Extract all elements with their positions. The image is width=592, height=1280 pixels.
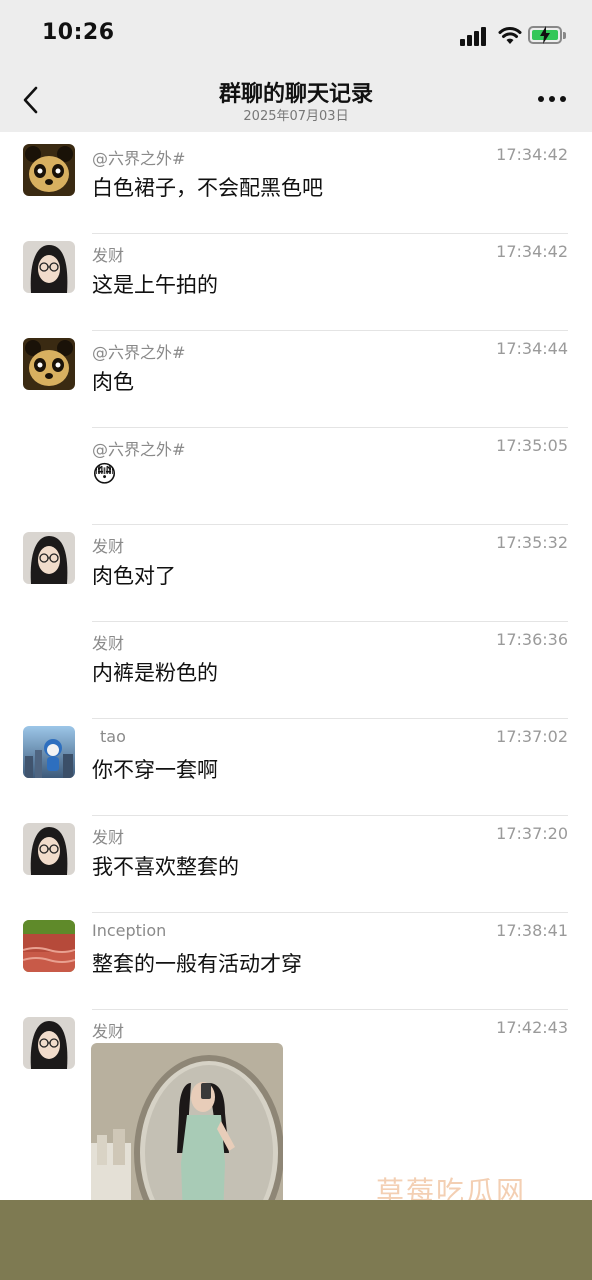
page-subtitle-date: 2025年07月03日 (243, 109, 349, 124)
sender-name: Inception (92, 921, 167, 940)
girl-avatar[interactable] (23, 1017, 75, 1069)
chat-history-screen: 10:26 群聊的聊天记录 2025年07月03日 @六界之外# 17:34:4… (0, 0, 592, 1218)
more-dots-icon[interactable] (538, 96, 568, 104)
status-icons (460, 24, 570, 48)
sender-name: 发财 (92, 634, 125, 653)
message-time: 17:34:42 (496, 145, 568, 164)
message-time: 17:37:02 (496, 727, 568, 746)
message-time: 17:34:42 (496, 242, 568, 261)
message-text: 我不喜欢整套的 (92, 855, 239, 879)
sender-name: @六界之外# (92, 343, 186, 362)
panda-avatar[interactable] (23, 144, 75, 196)
message-text: 你不穿一套啊 (92, 758, 218, 782)
girl-avatar[interactable] (23, 823, 75, 875)
bottom-band (0, 1200, 592, 1280)
girl-avatar[interactable] (23, 241, 75, 293)
chat-message[interactable]: 发财 17:35:32 肉色对了 (0, 525, 592, 622)
message-time: 17:36:36 (496, 630, 568, 649)
sender-name: @六界之外# (92, 149, 186, 168)
message-text: 肉色 (92, 370, 134, 394)
sender-name: 发财 (92, 537, 125, 556)
top-bar: 10:26 群聊的聊天记录 2025年07月03日 (0, 0, 592, 132)
mirror-selfie-photo[interactable] (91, 1043, 283, 1218)
message-text: 肉色对了 (92, 564, 176, 588)
sender-name: 发财 (92, 1022, 125, 1041)
message-text: 内裤是粉色的 (92, 661, 218, 685)
message-time: 17:38:41 (496, 921, 568, 940)
message-text: 这是上午拍的 (92, 273, 218, 297)
message-time: 17:34:44 (496, 339, 568, 358)
battery-tip (563, 32, 566, 39)
chat-message[interactable]: 发财 17:36:36 内裤是粉色的 (0, 622, 592, 719)
panda-avatar[interactable] (23, 338, 75, 390)
message-text: 整套的一般有活动才穿 (92, 952, 302, 976)
page-title: 群聊的聊天记录 (218, 82, 373, 107)
robot-city-avatar[interactable] (23, 726, 75, 778)
message-time: 17:35:05 (496, 436, 568, 455)
cellular-signal-icon (460, 26, 490, 46)
landscape-avatar[interactable] (23, 920, 75, 972)
sender-name: 发财 (92, 246, 125, 265)
girl-avatar[interactable] (23, 532, 75, 584)
message-text: 白色裙子，不会配黑色吧 (92, 176, 323, 200)
chat-message[interactable]: 发财 17:37:20 我不喜欢整套的 (0, 816, 592, 913)
sender-name: @六界之外# (92, 440, 186, 459)
chat-message[interactable]: @六界之外# 17:34:42 白色裙子，不会配黑色吧 (0, 137, 592, 234)
chat-message[interactable]: 发财 17:34:42 这是上午拍的 (0, 234, 592, 331)
message-time: 17:42:43 (496, 1018, 568, 1037)
chat-message[interactable]: @六界之外# 17:34:44 肉色 (0, 331, 592, 428)
message-time: 17:35:32 (496, 533, 568, 552)
message-time: 17:37:20 (496, 824, 568, 843)
status-time: 10:26 (42, 20, 115, 45)
chat-message[interactable]: tao 17:37:02 你不穿一套啊 (0, 719, 592, 816)
sender-name: 发财 (92, 828, 125, 847)
sender-name: tao (100, 727, 126, 746)
battery-charging-icon (528, 26, 562, 44)
wifi-icon (498, 27, 522, 44)
chat-message[interactable]: @六界之外# 17:35:05 😳 (0, 428, 592, 525)
chat-message[interactable]: Inception 17:38:41 整套的一般有活动才穿 (0, 913, 592, 1010)
flushed-emoji: 😳 (92, 460, 118, 488)
